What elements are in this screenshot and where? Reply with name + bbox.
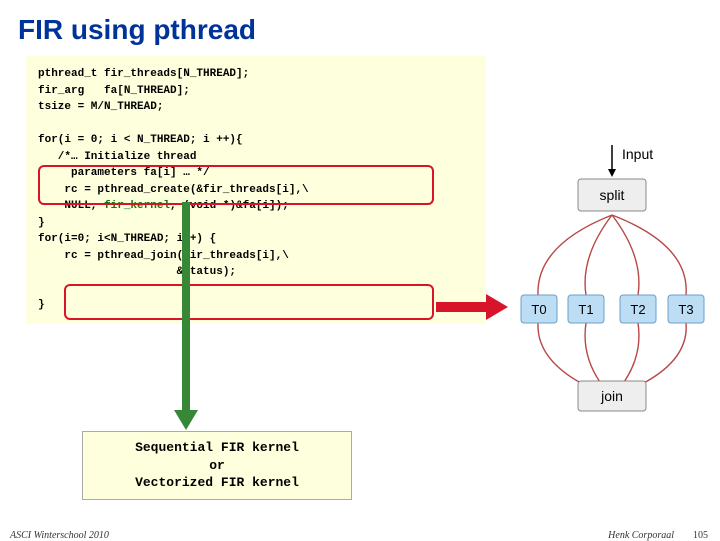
footer-right: Henk Corporaal [608,530,674,541]
diagram-thread-label: T3 [678,302,693,317]
code-line: /*… Initialize thread [38,151,196,163]
highlight-rect-create [38,165,434,205]
kernel-line: Vectorized FIR kernel [87,474,347,492]
page-number: 105 [693,530,708,541]
page-title: FIR using pthread [0,0,720,56]
code-line: fir_arg fa[N_THREAD]; [38,85,190,97]
diagram-thread-label: T2 [630,302,645,317]
code-line: pthread_t fir_threads[N_THREAD]; [38,68,249,80]
diagram-input-label: Input [622,146,653,162]
kernel-label-box: Sequential FIR kernel or Vectorized FIR … [82,431,352,500]
code-line: rc = pthread_join(fir_threads[i],\ [38,250,289,262]
code-line: tsize = M/N_THREAD; [38,101,163,113]
highlight-rect-join [64,284,434,320]
code-line: } [38,217,45,229]
diagram-split-label: split [600,187,625,203]
arrow-right-icon [436,296,508,318]
code-line: for(i = 0; i < N_THREAD; i ++){ [38,134,243,146]
thread-diagram: Input split T0 T1 T2 T3 join [516,145,708,413]
kernel-line: or [87,457,347,475]
arrow-down-icon [179,202,193,432]
diagram-thread-label: T0 [531,302,546,317]
code-line: } [38,299,45,311]
code-line: &status); [38,266,236,278]
diagram-thread-label: T1 [578,302,593,317]
kernel-line: Sequential FIR kernel [87,439,347,457]
diagram-join-label: join [600,388,623,404]
footer-left: ASCI Winterschool 2010 [10,530,109,541]
